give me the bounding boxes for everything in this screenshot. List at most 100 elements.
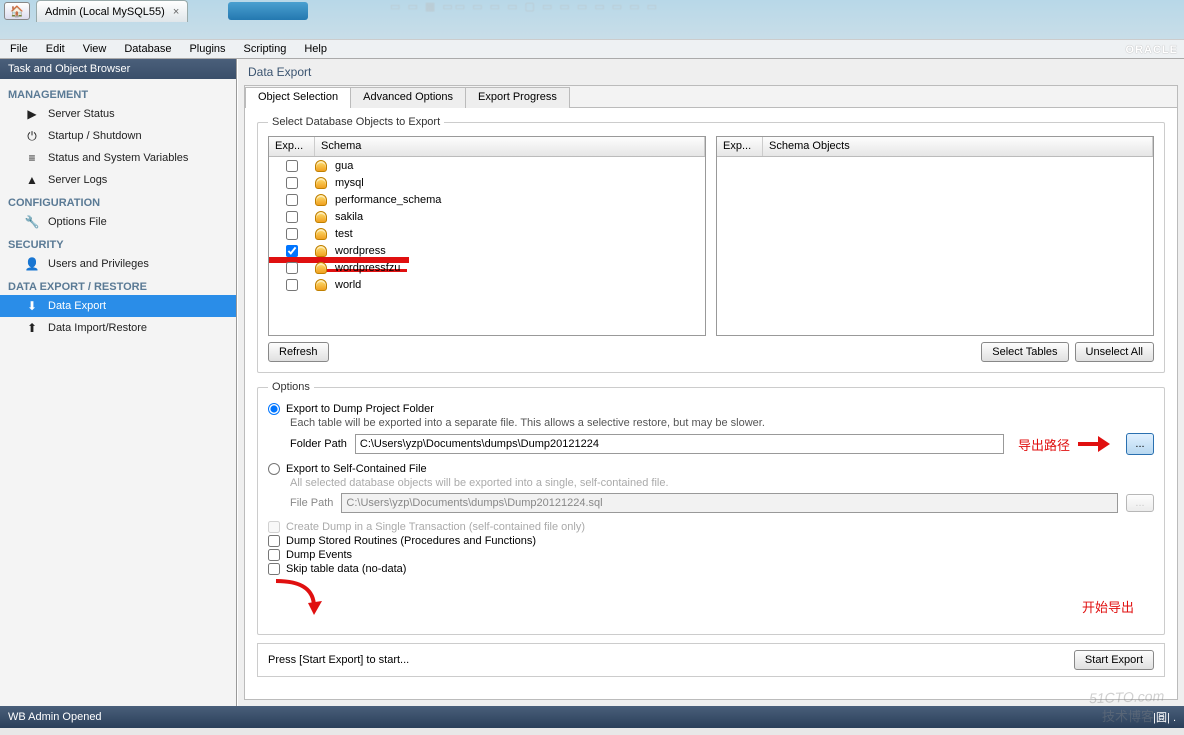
- sidebar-item-icon: ▲: [24, 172, 40, 188]
- schema-name: test: [333, 228, 353, 240]
- menu-database[interactable]: Database: [124, 43, 171, 55]
- content-area: Data Export Object Selection Advanced Op…: [237, 59, 1184, 706]
- check-stored-routines-label: Dump Stored Routines (Procedures and Fun…: [286, 535, 536, 547]
- radio-self-contained-label: Export to Self-Contained File: [286, 463, 427, 475]
- status-bar: WB Admin Opened |圓| .: [0, 706, 1184, 728]
- schema-row[interactable]: mysql: [269, 174, 705, 191]
- sidebar-item[interactable]: ⏻ Startup / Shutdown: [0, 125, 236, 147]
- annotation-start: 开始导出: [1082, 597, 1134, 616]
- sidebar-item-label: Status and System Variables: [48, 152, 188, 164]
- home-button[interactable]: 🏠: [4, 2, 30, 20]
- sidebar-heading: DATA EXPORT / RESTORE: [0, 275, 236, 295]
- schema-name: mysql: [333, 177, 364, 189]
- menu-edit[interactable]: Edit: [46, 43, 65, 55]
- schema-checkbox[interactable]: [286, 245, 298, 257]
- tab-advanced-options[interactable]: Advanced Options: [350, 87, 466, 108]
- sidebar-item-icon: ≡: [24, 150, 40, 166]
- window-tab[interactable]: Admin (Local MySQL55) ×: [36, 0, 188, 22]
- sidebar-item[interactable]: ⬇Data Export: [0, 295, 236, 317]
- schema-row[interactable]: world: [269, 276, 705, 293]
- check-dump-events-label: Dump Events: [286, 549, 352, 561]
- schema-row[interactable]: performance_schema: [269, 191, 705, 208]
- radio-dump-folder[interactable]: [268, 403, 280, 415]
- refresh-button[interactable]: Refresh: [268, 342, 329, 362]
- content-tabs: Object Selection Advanced Options Export…: [245, 86, 1177, 108]
- tab-export-progress[interactable]: Export Progress: [465, 87, 570, 108]
- sidebar-item[interactable]: 🔧Options File: [0, 211, 236, 233]
- start-export-button[interactable]: Start Export: [1074, 650, 1154, 670]
- schema-checkbox[interactable]: [286, 177, 298, 189]
- options-group: Options Export to Dump Project Folder Ea…: [257, 381, 1165, 635]
- sidebar: Task and Object Browser MANAGEMENT▶Serve…: [0, 59, 237, 706]
- menu-plugins[interactable]: Plugins: [189, 43, 225, 55]
- page-title: Data Export: [238, 59, 1184, 85]
- schema-row[interactable]: wordpress: [269, 242, 705, 259]
- schema-name: wordpressfzu: [333, 262, 400, 274]
- check-dump-events[interactable]: [268, 549, 280, 561]
- select-objects-legend: Select Database Objects to Export: [268, 116, 444, 128]
- sidebar-item[interactable]: ≡ Status and System Variables: [0, 147, 236, 169]
- menu-bar: File Edit View Database Plugins Scriptin…: [0, 39, 1184, 59]
- tab-object-selection[interactable]: Object Selection: [245, 87, 351, 108]
- status-right: |圓| .: [1153, 709, 1176, 725]
- toolbar-button-ghost: [228, 2, 308, 20]
- schema-row[interactable]: test: [269, 225, 705, 242]
- file-path-label: File Path: [290, 497, 333, 509]
- sidebar-item-label: Options File: [48, 216, 107, 228]
- col-schema[interactable]: Schema: [315, 137, 705, 156]
- sidebar-item[interactable]: ⬆Data Import/Restore: [0, 317, 236, 339]
- unselect-all-button[interactable]: Unselect All: [1075, 342, 1154, 362]
- col-exp2[interactable]: Exp...: [717, 137, 763, 156]
- sidebar-item[interactable]: 👤Users and Privileges: [0, 253, 236, 275]
- schema-checkbox[interactable]: [286, 262, 298, 274]
- sidebar-item-icon: ⬇: [24, 298, 40, 314]
- browse-folder-button[interactable]: ...: [1126, 433, 1154, 455]
- schema-objects-list[interactable]: Exp... Schema Objects: [716, 136, 1154, 336]
- sidebar-item-label: Users and Privileges: [48, 258, 149, 270]
- folder-path-input[interactable]: [355, 434, 1004, 454]
- database-icon: [315, 193, 333, 207]
- database-icon: [315, 227, 333, 241]
- menu-view[interactable]: View: [83, 43, 107, 55]
- close-icon[interactable]: ×: [173, 6, 179, 18]
- schema-name: sakila: [333, 211, 363, 223]
- file-path-input: [341, 493, 1118, 513]
- export-footer: Press [Start Export] to start... Start E…: [257, 643, 1165, 677]
- radio-self-contained[interactable]: [268, 463, 280, 475]
- menu-help[interactable]: Help: [304, 43, 327, 55]
- schema-checkbox[interactable]: [286, 160, 298, 172]
- sidebar-item-icon: ⬆: [24, 320, 40, 336]
- select-tables-button[interactable]: Select Tables: [981, 342, 1068, 362]
- check-skip-data[interactable]: [268, 563, 280, 575]
- database-icon: [315, 210, 333, 224]
- status-text: WB Admin Opened: [8, 711, 102, 723]
- schema-checkbox[interactable]: [286, 279, 298, 291]
- sidebar-item[interactable]: ▶ Server Status: [0, 103, 236, 125]
- check-stored-routines[interactable]: [268, 535, 280, 547]
- schema-row[interactable]: wordpressfzu: [269, 259, 705, 276]
- sidebar-item[interactable]: ▲Server Logs: [0, 169, 236, 191]
- tab-title: Admin (Local MySQL55): [45, 6, 165, 18]
- schema-checkbox[interactable]: [286, 211, 298, 223]
- menu-file[interactable]: File: [10, 43, 28, 55]
- sidebar-item-icon: ▶: [24, 106, 40, 122]
- schema-list[interactable]: Exp... Schema gua mysql performance_schema…: [268, 136, 706, 336]
- schema-checkbox[interactable]: [286, 194, 298, 206]
- sidebar-title: Task and Object Browser: [0, 59, 236, 79]
- col-objects[interactable]: Schema Objects: [763, 137, 1153, 156]
- toolbar-ghost-icons: ▭ ▭ ▦ ▭▭ ▭ ▭ ▭ ▢ ▭ ▭ ▭ ▭ ▭ ▭ ▭: [390, 0, 659, 20]
- sidebar-item-label: Startup / Shutdown: [48, 130, 142, 142]
- dump-folder-note: Each table will be exported into a separ…: [290, 417, 1154, 429]
- schema-checkbox[interactable]: [286, 228, 298, 240]
- press-hint: Press [Start Export] to start...: [268, 654, 409, 666]
- schema-row[interactable]: sakila: [269, 208, 705, 225]
- col-exp[interactable]: Exp...: [269, 137, 315, 156]
- schema-name: world: [333, 279, 361, 291]
- schema-row[interactable]: gua: [269, 157, 705, 174]
- menu-scripting[interactable]: Scripting: [244, 43, 287, 55]
- radio-dump-folder-label: Export to Dump Project Folder: [286, 403, 434, 415]
- sidebar-item-label: Server Status: [48, 108, 115, 120]
- sidebar-item-icon: ⏻: [24, 128, 40, 144]
- check-skip-data-label: Skip table data (no-data): [286, 563, 406, 575]
- schema-name: wordpress: [333, 245, 386, 257]
